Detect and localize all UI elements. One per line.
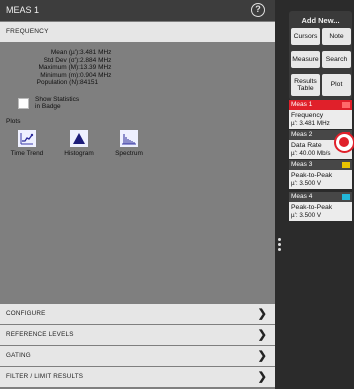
channel-marker-icon xyxy=(342,194,350,200)
spectrum-label: Spectrum xyxy=(115,150,143,157)
meas-3-badge[interactable]: Meas 3 Peak-to-Peak µ': 3.500 V xyxy=(289,160,352,189)
panel-title: MEAS 1 xyxy=(6,5,40,15)
tap-indicator-icon xyxy=(334,132,354,153)
spectrum-button[interactable]: Spectrum xyxy=(106,130,152,162)
add-new-title: Add New... xyxy=(301,16,340,25)
meas-1-badge[interactable]: Meas 1 Frequency µ': 3.481 MHz xyxy=(289,100,352,129)
badge-header: Meas 1 xyxy=(289,100,352,110)
measurement-settings-panel: MEAS 1 ? FREQUENCY Mean (µ'): 3.481 MHz … xyxy=(0,0,275,389)
show-statistics-label: Show Statistics in Badge xyxy=(35,96,79,110)
badge-title: Meas 2 xyxy=(291,131,313,138)
section-configure[interactable]: CONFIGURE ❯ xyxy=(0,304,275,324)
stat-label: Population (N): xyxy=(36,79,80,87)
stat-value: 0.904 MHz xyxy=(80,71,112,79)
statistics-block: Mean (µ'): 3.481 MHz Std Dev (σ'): 2.884… xyxy=(8,49,112,87)
chevron-right-icon: ❯ xyxy=(257,371,267,383)
meas-4-badge[interactable]: Meas 4 Peak-to-Peak µ': 3.500 V xyxy=(289,192,352,221)
show-statistics-line1: Show Statistics xyxy=(35,96,80,103)
search-button[interactable]: Search xyxy=(322,51,351,68)
badge-measurement-name: Frequency xyxy=(291,112,324,119)
section-label: REFERENCE LEVELS xyxy=(6,331,74,338)
badge-measurement-name: Peak-to-Peak xyxy=(291,172,333,179)
results-table-button[interactable]: Results Table xyxy=(291,74,320,96)
badge-body: Peak-to-Peak µ': 3.500 V xyxy=(289,170,352,189)
stat-row-minimum: Minimum (m): 0.904 MHz xyxy=(8,72,111,80)
stat-value: 84151 xyxy=(80,79,99,87)
plots-label: Plots xyxy=(6,118,21,125)
add-new-panel: Add New... Cursors Note Measure Search R… xyxy=(289,11,352,100)
results-table-line2: Table xyxy=(297,85,314,92)
panel-resize-handle[interactable] xyxy=(278,238,281,252)
spectrum-icon xyxy=(120,130,138,147)
chevron-right-icon: ❯ xyxy=(257,350,267,362)
badge-body: Peak-to-Peak µ': 3.500 V xyxy=(289,202,352,221)
stat-row-maximum: Maximum (M): 13.39 MHz xyxy=(8,64,111,72)
stat-value: 13.39 MHz xyxy=(80,64,112,72)
section-label: FILTER / LIMIT RESULTS xyxy=(6,373,84,380)
histogram-icon xyxy=(70,130,88,147)
chevron-right-icon: ❯ xyxy=(257,308,267,320)
results-table-line1: Results xyxy=(294,78,317,85)
badge-title: Meas 3 xyxy=(291,161,313,168)
badge-measurement-value: µ': 3.500 V xyxy=(291,212,322,219)
section-label: GATING xyxy=(6,352,31,359)
stat-label: Minimum (m): xyxy=(40,71,80,79)
section-label: CONFIGURE xyxy=(6,310,46,317)
show-statistics-toggle[interactable]: Show Statistics in Badge xyxy=(18,96,79,110)
panel-title-bar: MEAS 1 ? xyxy=(0,0,275,21)
badge-title: Meas 1 xyxy=(291,101,313,108)
stat-value: 3.481 MHz xyxy=(80,49,112,56)
show-statistics-checkbox[interactable] xyxy=(18,98,29,109)
plot-button[interactable]: Plot xyxy=(322,74,351,96)
channel-marker-icon xyxy=(342,162,350,168)
badge-body: Frequency µ': 3.481 MHz xyxy=(289,110,352,129)
badge-header: Meas 4 xyxy=(289,192,352,202)
histogram-button[interactable]: Histogram xyxy=(56,130,102,162)
stat-row-stddev: Std Dev (σ'): 2.884 MHz xyxy=(8,56,112,65)
section-reference-levels[interactable]: REFERENCE LEVELS ❯ xyxy=(0,325,275,345)
time-trend-button[interactable]: Time Trend xyxy=(4,130,50,162)
show-statistics-line2: in Badge xyxy=(35,103,61,110)
stat-label: Mean (µ'): xyxy=(50,49,80,56)
help-icon[interactable]: ? xyxy=(251,3,265,17)
stat-label: Maximum (M): xyxy=(38,64,80,72)
chevron-right-icon: ❯ xyxy=(257,329,267,341)
badge-measurement-name: Peak-to-Peak xyxy=(291,204,333,211)
section-gating[interactable]: GATING ❯ xyxy=(0,346,275,366)
channel-marker-icon xyxy=(342,102,350,108)
time-trend-icon xyxy=(18,130,36,147)
measure-button[interactable]: Measure xyxy=(291,51,320,68)
badge-measurement-value: µ': 3.500 V xyxy=(291,180,322,187)
badge-measurement-value: µ': 3.481 MHz xyxy=(291,120,330,127)
cursors-button[interactable]: Cursors xyxy=(291,28,320,45)
time-trend-label: Time Trend xyxy=(10,150,44,157)
stat-value: 2.884 MHz xyxy=(80,56,112,64)
results-sidebar: Add New... Cursors Note Measure Search R… xyxy=(288,0,354,389)
stat-row-population: Population (N): 84151 xyxy=(8,79,111,87)
section-frequency[interactable]: FREQUENCY xyxy=(0,22,275,42)
badge-header: Meas 3 xyxy=(289,160,352,170)
note-button[interactable]: Note xyxy=(322,28,351,45)
stat-row-mean: Mean (µ'): 3.481 MHz xyxy=(8,49,112,57)
stat-label: Std Dev (σ'): xyxy=(43,56,80,64)
section-filter-limit-results[interactable]: FILTER / LIMIT RESULTS ❯ xyxy=(0,367,275,387)
badge-title: Meas 4 xyxy=(291,193,313,200)
histogram-label: Histogram xyxy=(64,150,94,157)
